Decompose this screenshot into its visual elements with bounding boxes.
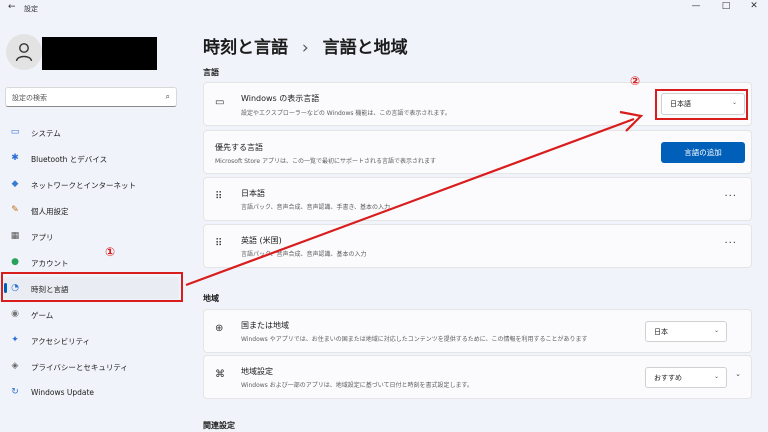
regional-format-value: おすすめ bbox=[654, 374, 682, 382]
sidebar-item-label: アクセシビリティ bbox=[31, 337, 91, 346]
region-section-title: 地域 bbox=[203, 294, 219, 303]
preferred-languages-title: 優先する言語 bbox=[215, 143, 263, 152]
window-title: 設定 bbox=[24, 5, 38, 13]
language-section-title: 言語 bbox=[203, 68, 219, 77]
step-1-marker: ① bbox=[105, 245, 116, 259]
redacted-user-name bbox=[42, 37, 157, 70]
sidebar-item-network[interactable]: ◆ ネットワークとインターネット bbox=[4, 173, 179, 195]
back-arrow-icon[interactable]: ← bbox=[8, 2, 16, 12]
sidebar-item-privacy[interactable]: ◈ プライバシーとセキュリティ bbox=[4, 355, 179, 377]
sidebar-item-label: アプリ bbox=[31, 233, 54, 242]
language-name: 日本語 bbox=[241, 189, 265, 198]
sidebar-item-apps[interactable]: ▦ アプリ bbox=[4, 225, 179, 247]
country-region-value: 日本 bbox=[654, 328, 668, 336]
preferred-languages-card: 優先する言語 Microsoft Store アプリは、この一覧で最初にサポート… bbox=[203, 130, 752, 174]
accessibility-icon: ✦ bbox=[11, 335, 19, 345]
shield-icon: ◈ bbox=[11, 361, 19, 371]
drag-handle-icon[interactable]: ⠿ bbox=[215, 191, 222, 202]
regional-format-icon: ⌘ bbox=[215, 369, 225, 380]
language-features: 言語パック、音声合成、音声認識、手書き、基本の入力 bbox=[241, 204, 391, 211]
minimize-button[interactable]: — bbox=[688, 1, 704, 11]
sidebar-item-label: ゲーム bbox=[31, 311, 54, 320]
step-2-marker: ② bbox=[630, 74, 641, 88]
regional-format-dropdown[interactable]: おすすめ ⌄ bbox=[645, 367, 727, 388]
regional-format-subtitle: Windows および一部のアプリは、地域設定に基づいて日付と時刻を書式設定しま… bbox=[241, 382, 473, 389]
preferred-languages-subtitle: Microsoft Store アプリは、この一覧で最初にサポートされる言語で表… bbox=[215, 158, 436, 165]
country-region-card: ⊕ 国または地域 Windows やアプリでは、お住まいの国または地域に対応した… bbox=[203, 309, 752, 353]
sidebar-item-system[interactable]: ▭ システム bbox=[4, 121, 179, 143]
chevron-down-icon: ⌄ bbox=[713, 327, 719, 334]
regional-format-card[interactable]: ⌘ 地域設定 Windows および一部のアプリは、地域設定に基づいて日付と時刻… bbox=[203, 355, 752, 399]
sidebar-item-label: プライバシーとセキュリティ bbox=[31, 363, 128, 372]
chevron-down-icon: ⌄ bbox=[713, 373, 719, 380]
language-row[interactable]: ⠿ 英語 (米国) 言語パック、音声合成、音声認識、基本の入力 ··· bbox=[203, 224, 752, 268]
sidebar-item-label: アカウント bbox=[31, 259, 69, 268]
close-button[interactable]: ✕ bbox=[746, 1, 762, 11]
settings-search-input[interactable]: 設定の検索 ⌕ bbox=[5, 87, 177, 107]
breadcrumb-separator-icon: › bbox=[301, 38, 309, 58]
country-region-subtitle: Windows やアプリでは、お住まいの国または地域に対応したコンテンツを提供す… bbox=[241, 336, 588, 343]
related-settings-title: 関連設定 bbox=[203, 421, 235, 430]
person-icon bbox=[15, 43, 33, 62]
sidebar: 設定の検索 ⌕ ▭ システム ✱ Bluetooth とデバイス ◆ ネットワー… bbox=[0, 16, 190, 432]
sidebar-item-label: Windows Update bbox=[31, 388, 95, 397]
title-bar: ← 設定 — □ ✕ bbox=[0, 0, 768, 16]
country-region-dropdown[interactable]: 日本 ⌄ bbox=[645, 321, 727, 342]
monitor-icon: ▭ bbox=[10, 127, 20, 137]
page-title: 言語と地域 bbox=[322, 38, 408, 58]
brush-icon: ✎ bbox=[11, 205, 19, 215]
sidebar-item-label: ネットワークとインターネット bbox=[31, 181, 136, 190]
search-icon: ⌕ bbox=[165, 92, 170, 101]
expand-chevron-icon[interactable]: ⌄ bbox=[735, 370, 741, 378]
add-language-button[interactable]: 言語の追加 bbox=[661, 142, 745, 163]
sidebar-item-accounts[interactable]: ● アカウント bbox=[4, 251, 179, 273]
drag-handle-icon[interactable]: ⠿ bbox=[215, 238, 222, 249]
more-options-icon[interactable]: ··· bbox=[724, 238, 737, 249]
language-features: 言語パック、音声合成、音声認識、基本の入力 bbox=[241, 251, 367, 258]
sidebar-item-label: Bluetooth とデバイス bbox=[31, 155, 108, 164]
sidebar-item-bluetooth[interactable]: ✱ Bluetooth とデバイス bbox=[4, 147, 179, 169]
language-row[interactable]: ⠿ 日本語 言語パック、音声合成、音声認識、手書き、基本の入力 ··· bbox=[203, 177, 752, 221]
breadcrumb: 時刻と言語 › 言語と地域 bbox=[203, 33, 408, 58]
apps-icon: ▦ bbox=[10, 231, 20, 241]
highlight-box-display-language bbox=[655, 89, 748, 120]
highlight-box-time-language bbox=[1, 272, 183, 302]
regional-format-title: 地域設定 bbox=[241, 367, 273, 376]
sidebar-item-windows-update[interactable]: ↻ Windows Update bbox=[4, 381, 179, 403]
sidebar-item-accessibility[interactable]: ✦ アクセシビリティ bbox=[4, 329, 179, 351]
sidebar-item-label: システム bbox=[31, 129, 61, 138]
sidebar-item-personalization[interactable]: ✎ 個人用設定 bbox=[4, 199, 179, 221]
globe-icon: ⊕ bbox=[215, 323, 224, 334]
language-name: 英語 (米国) bbox=[241, 236, 282, 245]
country-region-title: 国または地域 bbox=[241, 321, 289, 330]
bluetooth-icon: ✱ bbox=[11, 153, 19, 163]
wifi-icon: ◆ bbox=[11, 179, 19, 189]
display-language-subtitle: 設定やエクスプローラーなどの Windows 機能は、この言語で表示されます。 bbox=[241, 110, 451, 117]
display-language-title: Windows の表示言語 bbox=[241, 94, 320, 103]
gamepad-icon: ◉ bbox=[11, 309, 19, 319]
more-options-icon[interactable]: ··· bbox=[724, 191, 737, 202]
account-icon: ● bbox=[11, 257, 19, 267]
sidebar-item-gaming[interactable]: ◉ ゲーム bbox=[4, 303, 179, 325]
update-icon: ↻ bbox=[11, 387, 19, 397]
avatar[interactable] bbox=[6, 34, 42, 70]
laptop-icon: ▭ bbox=[215, 97, 225, 108]
breadcrumb-parent[interactable]: 時刻と言語 bbox=[203, 38, 288, 58]
maximize-button[interactable]: □ bbox=[718, 1, 734, 11]
search-placeholder: 設定の検索 bbox=[12, 94, 47, 102]
sidebar-item-label: 個人用設定 bbox=[31, 207, 69, 216]
